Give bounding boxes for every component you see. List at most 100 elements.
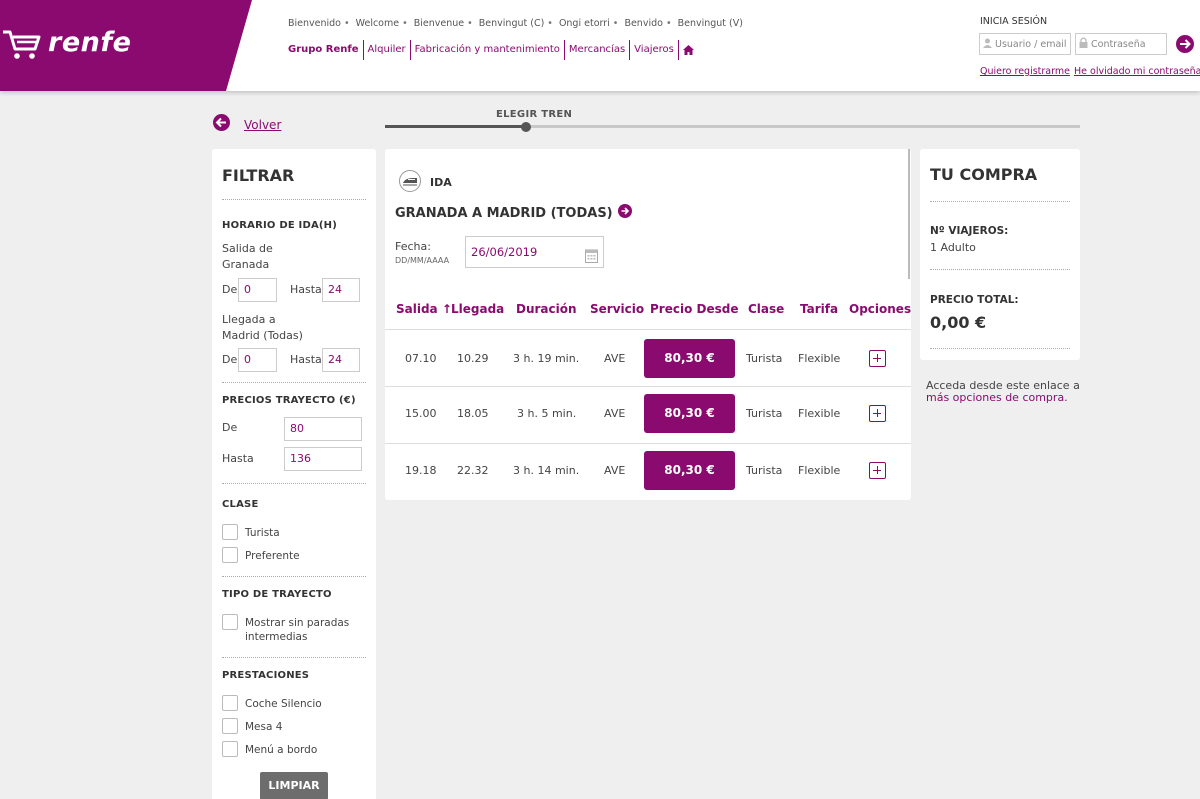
expand-options-icon[interactable] — [869, 405, 886, 422]
divider — [222, 657, 366, 658]
cell-clase: Turista — [746, 464, 783, 477]
lang-eu[interactable]: Ongi etorri — [559, 18, 610, 29]
date-format-hint: DD/MM/AAAA — [395, 256, 450, 265]
back-link[interactable]: Volver — [213, 114, 281, 135]
table-row[interactable]: 15.00 18.05 3 h. 5 min. AVE 80,30 € Turi… — [385, 387, 911, 444]
class-preferente-label: Preferente — [245, 550, 300, 562]
cell-salida: 19.18 — [405, 464, 437, 477]
divider — [930, 269, 1070, 270]
lock-icon — [1079, 37, 1088, 51]
lang-fr[interactable]: Bienvenue — [414, 18, 464, 29]
departure-from-input[interactable]: 0 — [238, 278, 277, 302]
route-arrow-icon[interactable] — [617, 204, 632, 222]
col-precio[interactable]: Precio Desde — [650, 302, 738, 316]
back-label[interactable]: Volver — [244, 118, 281, 132]
cell-llegada: 18.05 — [457, 407, 489, 420]
lang-ca[interactable]: Benvingut (C) — [479, 18, 545, 29]
class-turista-checkbox[interactable] — [222, 524, 238, 540]
price-button[interactable]: 80,30 € — [644, 339, 735, 378]
scrollbar[interactable] — [908, 149, 910, 279]
schedule-title: HORARIO DE IDA(H) — [222, 220, 337, 231]
lang-gl[interactable]: Benvido — [624, 18, 663, 29]
departure-to-input[interactable]: 24 — [322, 278, 360, 302]
col-tarifa[interactable]: Tarifa — [800, 302, 838, 316]
price-button[interactable]: 80,30 € — [644, 451, 735, 490]
cell-duracion: 3 h. 5 min. — [517, 407, 577, 420]
cell-clase: Turista — [746, 407, 783, 420]
nav-grupo-renfe[interactable]: Grupo Renfe — [288, 40, 363, 60]
class-preferente-checkbox[interactable] — [222, 547, 238, 563]
password-input[interactable]: Contraseña — [1075, 33, 1167, 55]
clear-filters-button[interactable]: LIMPIAR — [260, 772, 328, 799]
departure-to-label: Hasta — [290, 283, 322, 296]
username-input[interactable]: Usuario / email — [979, 33, 1071, 55]
arrival-from-input[interactable]: 0 — [238, 348, 277, 372]
price-from-input[interactable]: 80 — [284, 417, 362, 441]
divider — [222, 483, 366, 484]
progress-completed — [385, 125, 526, 128]
calendar-icon[interactable] — [585, 244, 598, 274]
lang-es[interactable]: Bienvenido — [288, 18, 341, 29]
more-options-text: Acceda desde este enlace a más opciones … — [926, 380, 1086, 404]
services-title: PRESTACIONES — [222, 670, 310, 681]
col-clase[interactable]: Clase — [748, 302, 784, 316]
cell-duracion: 3 h. 19 min. — [513, 352, 580, 365]
total-value: 0,00 € — [930, 313, 987, 332]
cart-logo-icon[interactable] — [2, 29, 42, 65]
table-row[interactable]: 07.10 10.29 3 h. 19 min. AVE 80,30 € Tur… — [385, 330, 911, 387]
nav-alquiler[interactable]: Alquiler — [362, 40, 410, 60]
table-row[interactable]: 19.18 22.32 3 h. 14 min. AVE 80,30 € Tur… — [385, 443, 911, 500]
no-stops-label: Mostrar sin paradas intermedias — [245, 617, 350, 643]
progress-marker — [521, 122, 531, 132]
filter-panel: FILTRAR HORARIO DE IDA(H) Salida de Gran… — [212, 149, 376, 799]
arrival-to-input[interactable]: 24 — [322, 348, 360, 372]
nav-mercancias[interactable]: Mercancías — [563, 40, 629, 60]
no-stops-checkbox[interactable] — [222, 614, 238, 630]
divider — [222, 576, 366, 577]
price-button[interactable]: 80,30 € — [644, 394, 735, 433]
lang-va[interactable]: Benvingut (V) — [678, 18, 743, 29]
expand-options-icon[interactable] — [869, 462, 886, 479]
arrival-to-label: Hasta — [290, 353, 322, 366]
table-4-checkbox[interactable] — [222, 718, 238, 734]
cell-servicio: AVE — [604, 407, 626, 420]
lang-en[interactable]: Welcome — [356, 18, 399, 29]
cell-tarifa: Flexible — [798, 407, 841, 420]
nav-viajeros[interactable]: Viajeros — [629, 40, 678, 60]
cell-salida: 15.00 — [405, 407, 437, 420]
login-submit-arrow-icon[interactable] — [1176, 35, 1194, 53]
back-arrow-icon — [213, 114, 230, 135]
expand-options-icon[interactable] — [869, 350, 886, 367]
cell-tarifa: Flexible — [798, 352, 841, 365]
date-value: 26/06/2019 — [471, 245, 538, 259]
cell-llegada: 22.32 — [457, 464, 489, 477]
col-salida[interactable]: Salida ↑ — [396, 302, 452, 316]
date-label: Fecha: — [395, 240, 431, 253]
renfe-logo[interactable]: renfe — [48, 27, 131, 58]
home-icon[interactable] — [677, 40, 698, 60]
forgot-password-link[interactable]: He olvidado mi contraseña — [1074, 66, 1200, 77]
register-link[interactable]: Quiero registrarme — [980, 66, 1070, 77]
departure-label: Salida de Granada — [222, 242, 273, 271]
trip-type-title: TIPO DE TRAYECTO — [222, 589, 332, 600]
price-to-label: Hasta — [222, 452, 254, 465]
password-placeholder: Contraseña — [1091, 38, 1146, 50]
route-title: GRANADA A MADRID (TODAS) — [395, 204, 632, 222]
date-input[interactable]: 26/06/2019 — [465, 236, 604, 268]
train-icon — [399, 170, 421, 196]
purchase-title: TU COMPRA — [930, 165, 1038, 184]
login-title: INICIA SESIÓN — [980, 16, 1048, 27]
price-to-input[interactable]: 136 — [284, 447, 362, 471]
nav-fabricacion[interactable]: Fabricación y mantenimiento — [409, 40, 564, 60]
onboard-menu-label: Menú a bordo — [245, 744, 318, 756]
col-llegada[interactable]: Llegada — [451, 302, 504, 316]
divider — [930, 348, 1070, 349]
onboard-menu-checkbox[interactable] — [222, 741, 238, 757]
quiet-car-checkbox[interactable] — [222, 695, 238, 711]
col-duracion[interactable]: Duración — [516, 302, 577, 316]
cell-llegada: 10.29 — [457, 352, 489, 365]
more-options-link[interactable]: más opciones de compra. — [926, 391, 1068, 404]
col-servicio[interactable]: Servicio — [590, 302, 644, 316]
col-opciones[interactable]: Opciones — [849, 302, 911, 316]
cell-clase: Turista — [746, 352, 783, 365]
